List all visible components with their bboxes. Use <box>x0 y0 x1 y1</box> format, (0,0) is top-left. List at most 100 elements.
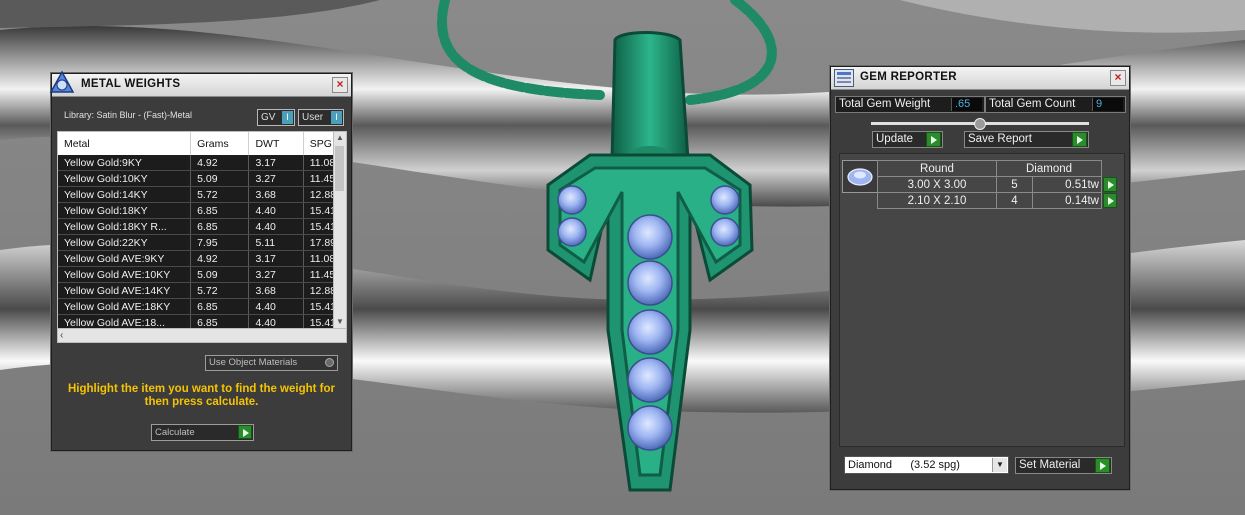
metal-name: Yellow Gold AVE:14KY <box>58 282 192 299</box>
scroll-up-icon[interactable]: ▲ <box>334 132 346 144</box>
table-row[interactable]: Yellow Gold:18KY 6.85 4.40 15.41 <box>58 202 346 219</box>
table-row[interactable]: Yellow Gold:22KY 7.95 5.11 17.89 <box>58 234 346 251</box>
material-select[interactable]: Diamond (3.52 spg) ▼ <box>844 456 1009 474</box>
chevron-down-icon[interactable]: ▼ <box>992 458 1007 472</box>
table-row[interactable]: Yellow Gold AVE:10KY 5.09 3.27 11.45 <box>58 266 346 283</box>
metal-weights-panel: METAL WEIGHTS × Library: Satin Blur - (F… <box>49 70 352 451</box>
gem-weight: 0.14tw <box>1032 192 1102 209</box>
calculate-button[interactable]: Calculate <box>151 424 254 441</box>
set-material-label: Set Material <box>1019 459 1081 471</box>
gem-size: 2.10 X 2.10 <box>877 192 997 209</box>
column-header-dwt[interactable]: DWT <box>248 132 304 155</box>
gem-list: Round Diamond 3.00 X 3.00 5 0.51tw 2.10 … <box>839 153 1125 447</box>
grams: 5.72 <box>190 282 250 299</box>
grams: 5.09 <box>190 170 250 187</box>
grams: 5.72 <box>190 186 250 203</box>
gv-toggle-label: GV <box>261 112 276 123</box>
use-object-materials-label: Use Object Materials <box>209 357 298 368</box>
total-gem-count-value: 9 <box>1092 98 1123 111</box>
table-row[interactable]: Yellow Gold:9KY 4.92 3.17 11.08 <box>58 155 346 171</box>
stone-type-header: Diamond <box>996 160 1102 177</box>
metal-weights-titlebar[interactable]: METAL WEIGHTS × <box>49 70 351 97</box>
grams: 5.09 <box>190 266 250 283</box>
metal-name: Yellow Gold AVE:10KY <box>58 266 192 283</box>
dwt: 3.17 <box>248 155 304 171</box>
gem-reporter-app-icon <box>834 69 854 87</box>
radio-icon <box>325 358 334 367</box>
table-row[interactable]: 3.00 X 3.00 5 0.51tw <box>877 176 1119 193</box>
gem-weight: 0.51tw <box>1032 176 1102 193</box>
grams: 6.85 <box>190 202 250 219</box>
metal-name: Yellow Gold:18KY <box>58 202 192 219</box>
scroll-left-icon[interactable]: ‹ <box>60 329 63 342</box>
update-button[interactable]: Update <box>872 131 943 148</box>
user-toggle[interactable]: User I <box>298 109 344 126</box>
scroll-down-icon[interactable]: ▼ <box>334 316 346 328</box>
round-diamond-icon[interactable] <box>842 160 878 193</box>
slider-knob[interactable] <box>974 118 986 130</box>
close-icon[interactable]: × <box>1110 70 1126 86</box>
column-header-metal[interactable]: Metal <box>58 132 192 155</box>
calculate-label: Calculate <box>155 427 195 438</box>
play-arrow-icon <box>926 132 941 147</box>
table-row[interactable]: Yellow Gold:14KY 5.72 3.68 12.88 <box>58 186 346 203</box>
grams: 4.92 <box>190 250 250 267</box>
vertical-scrollbar[interactable]: ▲ ▼ <box>333 132 346 328</box>
gv-toggle[interactable]: GV I <box>257 109 295 126</box>
metal-name: Yellow Gold AVE:18KY <box>58 298 192 315</box>
dwt: 3.17 <box>248 250 304 267</box>
gem-size: 3.00 X 3.00 <box>877 176 997 193</box>
instructions-text: Highlight the item you want to find the … <box>67 383 336 408</box>
gem-count: 5 <box>996 176 1033 193</box>
metal-name: Yellow Gold:18KY R... <box>58 218 192 235</box>
metal-name: Yellow Gold:10KY <box>58 170 192 187</box>
divider-slider[interactable] <box>871 118 1089 130</box>
scroll-thumb[interactable] <box>335 146 344 191</box>
set-material-button[interactable]: Set Material <box>1015 457 1112 474</box>
dwt: 3.68 <box>248 282 304 299</box>
total-gem-weight-label: Total Gem Weight <box>839 98 931 110</box>
metal-name: Yellow Gold:14KY <box>58 186 192 203</box>
shape-header: Round <box>877 160 997 177</box>
library-label: Library: Satin Blur - (Fast)-Metal <box>64 110 193 120</box>
metal-weights-app-icon <box>49 70 75 93</box>
dwt: 4.40 <box>248 298 304 315</box>
table-row[interactable]: 2.10 X 2.10 4 0.14tw <box>877 192 1119 209</box>
dwt: 3.27 <box>248 266 304 283</box>
play-arrow-icon[interactable] <box>1103 193 1118 208</box>
use-object-materials-toggle[interactable]: Use Object Materials <box>205 355 338 371</box>
column-header-grams[interactable]: Grams <box>190 132 250 155</box>
grams: 6.85 <box>190 298 250 315</box>
total-gem-weight-value: .65 <box>951 98 982 111</box>
play-arrow-icon[interactable] <box>1103 177 1117 192</box>
table-row[interactable]: Yellow Gold AVE:14KY 5.72 3.68 12.88 <box>58 282 346 299</box>
table-row[interactable]: Yellow Gold AVE:18KY 6.85 4.40 15.41 <box>58 298 346 315</box>
total-gem-count: Total Gem Count 9 <box>985 96 1126 113</box>
gv-toggle-indicator: I <box>282 111 293 124</box>
gem-reporter-title: GEM REPORTER <box>860 71 957 83</box>
grams: 7.95 <box>190 234 250 251</box>
total-gem-weight: Total Gem Weight .65 <box>835 96 985 113</box>
table-row[interactable]: Yellow Gold:18KY R... 6.85 4.40 15.41 <box>58 218 346 235</box>
close-icon[interactable]: × <box>332 77 348 93</box>
gem-reporter-panel: GEM REPORTER × Total Gem Weight .65 Tota… <box>830 66 1130 490</box>
total-gem-count-label: Total Gem Count <box>989 98 1076 110</box>
play-arrow-icon <box>1095 458 1110 473</box>
save-report-label: Save Report <box>968 133 1032 145</box>
horizontal-scrollbar[interactable]: ‹ <box>58 328 346 342</box>
gem-table: Round Diamond 3.00 X 3.00 5 0.51tw 2.10 … <box>877 160 1119 209</box>
user-toggle-label: User <box>302 112 324 123</box>
play-arrow-icon <box>238 425 252 439</box>
table-row[interactable]: Yellow Gold AVE:9KY 4.92 3.17 11.08 <box>58 250 346 267</box>
table-row[interactable]: Yellow Gold:10KY 5.09 3.27 11.45 <box>58 170 346 187</box>
metal-name: Yellow Gold:22KY <box>58 234 192 251</box>
dwt: 4.40 <box>248 218 304 235</box>
grams: 6.85 <box>190 218 250 235</box>
metal-name: Yellow Gold:9KY <box>58 155 192 171</box>
gem-reporter-titlebar[interactable]: GEM REPORTER × <box>831 67 1129 90</box>
save-report-button[interactable]: Save Report <box>964 131 1089 148</box>
gem-count: 4 <box>996 192 1033 209</box>
dwt: 3.68 <box>248 186 304 203</box>
grams: 4.92 <box>190 155 250 171</box>
metal-table-header: Metal Grams DWT SPG <box>58 132 346 155</box>
